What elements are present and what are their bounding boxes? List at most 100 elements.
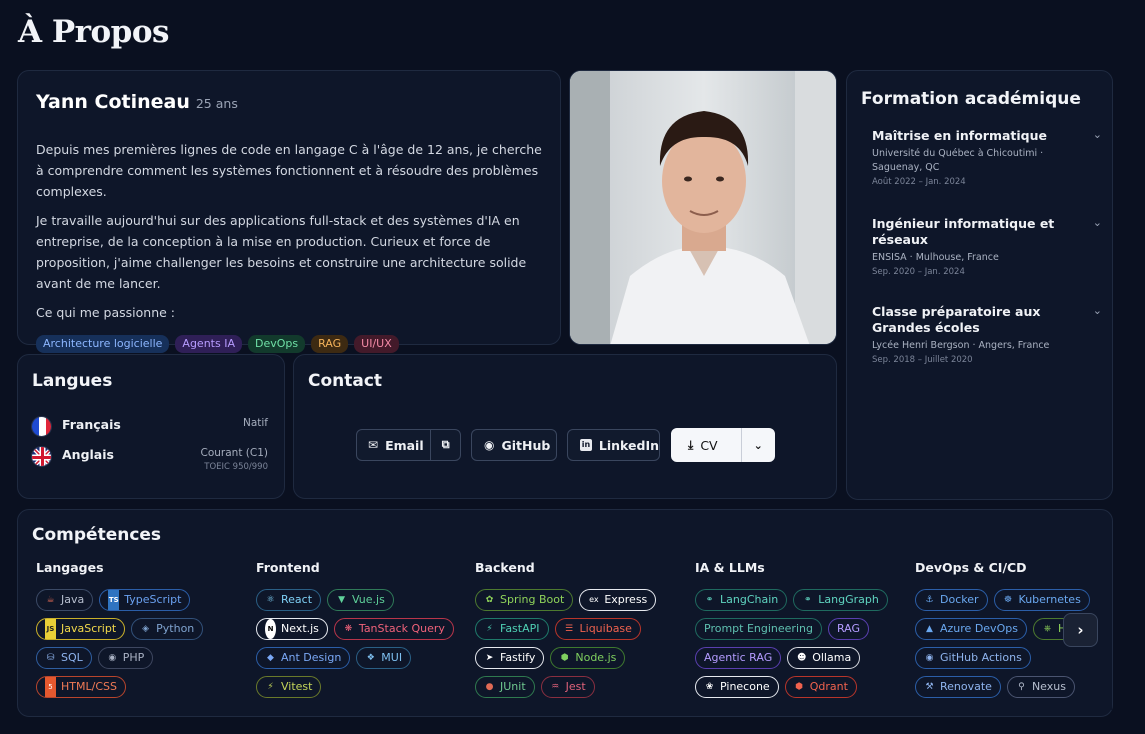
formation-item-title: Maîtrise en informatique	[872, 128, 1047, 143]
langues-card: Langues Français Natif Anglais Courant (…	[17, 354, 285, 499]
chevron-down-icon[interactable]: ⌄	[1093, 216, 1102, 229]
linkedin-icon: in	[580, 439, 592, 451]
email-button[interactable]: ✉ Email	[368, 438, 430, 453]
skill-chip: ⬢ Qdrant	[784, 676, 857, 698]
bio-paragraph-2: Je travaille aujourd'hui sur des applica…	[36, 213, 527, 291]
contact-title: Contact	[308, 371, 383, 391]
skill-chip: Agentic RAG	[695, 647, 782, 669]
skill-chip: ◉ GitHub Actions	[915, 647, 1031, 669]
formation-item-title: Classe préparatoire aux Grandes écoles	[872, 304, 1041, 335]
mui-icon: ❖	[366, 653, 375, 663]
formation-item-school: Lycée Henri Bergson · Angers, France	[872, 340, 1050, 351]
profile-photo	[569, 70, 837, 345]
bio-card: Yann Cotineau 25 ans Depuis mes premières…	[17, 70, 561, 353]
skill-chip: ⚡ FastAPI	[475, 618, 549, 640]
skill-chip: ▲ Azure DevOps	[915, 618, 1027, 640]
skill-chip: ⚡ Vitest	[256, 676, 322, 698]
cv-download-button[interactable]: ⤓ CV	[688, 438, 741, 453]
competences-card: Compétences Langages ☕ Java TS TypeScript …	[17, 509, 1113, 717]
skill-chip: ex Express	[579, 589, 657, 611]
skills-column-title: DevOps & CI/CD	[915, 560, 1027, 575]
renovate-icon: ⚒	[925, 682, 934, 692]
docker-icon: ⚓	[925, 595, 934, 605]
formation-title: Formation académique	[861, 89, 1081, 109]
language-level: Natif	[242, 417, 268, 429]
php-icon: ◉	[108, 653, 117, 663]
skill-chip: 5 HTML/CSS	[36, 676, 126, 698]
skill-chip: ⚛ React	[256, 589, 322, 611]
formation-item[interactable]: Ingénieur informatique et réseaux ENSISA…	[872, 216, 1102, 277]
formation-item[interactable]: Maîtrise en informatique Université du Q…	[872, 128, 1102, 187]
skill-chip: ⚓ Docker	[915, 589, 988, 611]
langues-title: Langues	[32, 371, 113, 391]
skill-chip: ❋ TanStack Query	[333, 618, 454, 640]
bio-paragraph-3: Ce qui me passionne :	[36, 305, 175, 320]
tag-devops: DevOps	[247, 335, 306, 353]
qdrant-icon: ⬢	[795, 682, 804, 692]
liquibase-icon: ☰	[564, 624, 574, 634]
formation-item-dates: Sep. 2018 – Juillet 2020	[872, 355, 973, 365]
formation-item-dates: Sep. 2020 – Jan. 2024	[872, 267, 965, 277]
passion-tags: Architecture logicielle Agents IA DevOps…	[36, 335, 542, 353]
kubernetes-icon: ☸	[1003, 595, 1013, 605]
bio-paragraph-1: Depuis mes premières lignes de code en l…	[36, 142, 542, 199]
pinecone-icon: ❀	[705, 682, 714, 692]
tag-uiux: UI/UX	[354, 335, 399, 353]
chevron-right-icon: ›	[1077, 621, 1084, 639]
scroll-fade	[1085, 585, 1112, 710]
react-icon: ⚛	[266, 595, 275, 605]
mail-icon: ✉	[368, 438, 379, 452]
language-name: Anglais	[62, 447, 114, 462]
vue-icon: ▼	[338, 595, 345, 605]
skill-chip: N Next.js	[256, 618, 328, 640]
language-certificate: TOEIC 950/990	[204, 462, 268, 472]
formation-item-title: Ingénieur informatique et réseaux	[872, 216, 1055, 247]
skill-chip: ⛁ SQL	[36, 647, 92, 669]
github-icon: ◉	[484, 438, 495, 452]
page-title: À Propos	[18, 14, 169, 50]
language-row: Français Natif	[31, 416, 268, 448]
skill-chip: TS TypeScript	[99, 589, 191, 611]
chevron-down-icon[interactable]: ⌄	[1093, 304, 1102, 317]
antdesign-icon: ◆	[267, 653, 274, 663]
azure-icon: ▲	[926, 624, 933, 634]
chevron-down-icon[interactable]: ⌄	[1093, 128, 1102, 141]
scroll-right-button[interactable]: ›	[1063, 613, 1098, 647]
langchain-icon: ⚭	[705, 595, 714, 605]
email-button-group: ✉ Email ⧉	[356, 429, 461, 461]
profile-name: Yann Cotineau	[36, 91, 190, 113]
skills-column-ia: IA & LLMs ⚭ LangChain ⚭ LangGraph Prompt E…	[695, 560, 888, 698]
nexus-icon: ⚲	[1018, 682, 1025, 692]
nextjs-icon: N	[265, 619, 276, 639]
formation-item-dates: Août 2022 – Jan. 2024	[872, 177, 966, 187]
github-button[interactable]: ◉ GitHub	[471, 429, 557, 461]
database-icon: ⛁	[46, 653, 55, 663]
download-icon: ⤓	[688, 437, 694, 452]
javascript-icon: JS	[45, 619, 56, 639]
html-icon: 5	[45, 677, 56, 697]
skills-column-langages: Langages ☕ Java TS TypeScript JS JavaScript…	[36, 560, 204, 698]
skill-chip: ❖ MUI	[356, 647, 412, 669]
python-icon: ◈	[142, 624, 150, 634]
nodejs-icon: ⬢	[560, 653, 569, 663]
formation-item[interactable]: Classe préparatoire aux Grandes écoles L…	[872, 304, 1102, 365]
skill-chip: ● JUnit	[475, 676, 535, 698]
formation-item-school: ENSISA · Mulhouse, France	[872, 252, 999, 263]
formation-item-school: Université du Québec à Chicoutimi · Sagu…	[872, 148, 1044, 173]
skill-chip: RAG	[827, 618, 870, 640]
skill-chip: ❀ Pinecone	[695, 676, 779, 698]
linkedin-button[interactable]: in LinkedIn	[567, 429, 660, 461]
language-name: Français	[62, 417, 121, 432]
skill-chip: ➤ Fastify	[475, 647, 545, 669]
skill-chip: ◆ Ant Design	[256, 647, 351, 669]
skill-chip: ✿ Spring Boot	[475, 589, 574, 611]
copy-icon[interactable]: ⧉	[430, 430, 460, 460]
formation-card: Formation académique Maîtrise en informa…	[846, 70, 1113, 500]
skill-chip: ☸ Kubernetes	[993, 589, 1090, 611]
express-icon: ex	[589, 595, 599, 604]
langgraph-icon: ⚭	[803, 595, 812, 605]
skills-column-backend: Backend ✿ Spring Boot ex Express ⚡ FastAPI …	[475, 560, 657, 698]
tag-architecture: Architecture logicielle	[36, 335, 170, 353]
language-level: Courant (C1)	[200, 447, 268, 459]
chevron-down-icon[interactable]: ⌄	[741, 428, 774, 462]
